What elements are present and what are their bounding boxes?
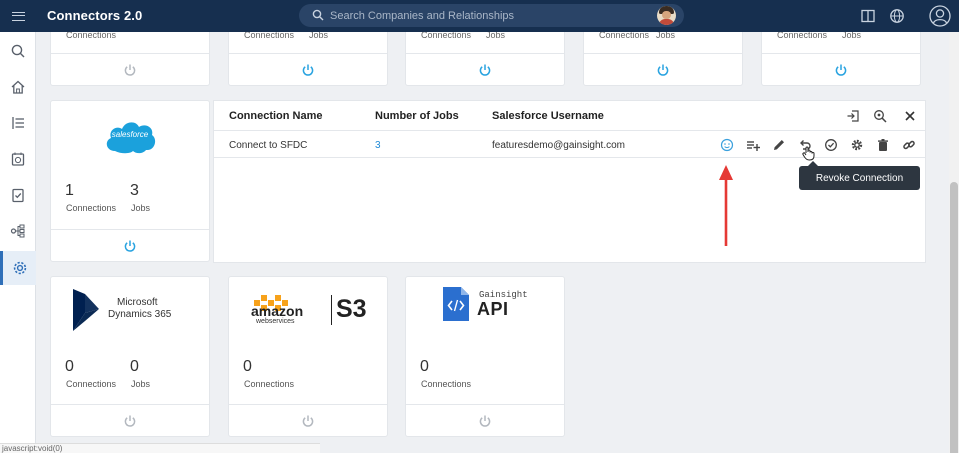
connection-name: Connect to SFDC bbox=[229, 140, 308, 151]
hierarchy-icon bbox=[10, 224, 25, 238]
jobs-label: Jobs bbox=[131, 203, 151, 213]
power-toggle[interactable] bbox=[229, 404, 387, 436]
power-icon bbox=[302, 64, 314, 76]
aws-logo-amazon: amazon bbox=[251, 303, 304, 319]
scrollbar-thumb[interactable] bbox=[950, 182, 958, 453]
nav-calendar[interactable] bbox=[0, 142, 36, 176]
salesforce-card[interactable]: salesforce 1 3 Connections Jobs bbox=[51, 101, 209, 261]
power-icon bbox=[835, 64, 847, 76]
timeline-icon bbox=[12, 117, 24, 129]
col-header-number-of-jobs[interactable]: Number of Jobs bbox=[375, 110, 459, 122]
s3-logo-text: S3 bbox=[336, 295, 367, 323]
search-input[interactable] bbox=[330, 4, 650, 27]
power-icon bbox=[657, 64, 669, 76]
aws-logo-webservices: webservices bbox=[256, 318, 295, 325]
user-profile-icon[interactable] bbox=[928, 4, 952, 28]
jobs-count: 3 bbox=[130, 182, 139, 199]
scrollbar[interactable] bbox=[949, 32, 959, 453]
status-smile-icon[interactable] bbox=[719, 137, 735, 153]
power-icon bbox=[124, 240, 136, 252]
power-toggle[interactable] bbox=[762, 53, 920, 85]
book-icon[interactable] bbox=[858, 6, 878, 26]
amazon-s3-card[interactable]: amazon webservices S3 0 Connections bbox=[229, 277, 387, 436]
api-file-icon bbox=[443, 287, 469, 326]
power-toggle[interactable] bbox=[229, 53, 387, 85]
power-toggle[interactable] bbox=[584, 53, 742, 85]
connections-count: 0 bbox=[65, 358, 74, 375]
jobs-count-link[interactable]: 3 bbox=[375, 140, 381, 151]
add-job-icon[interactable] bbox=[745, 137, 761, 153]
clipboard-icon bbox=[12, 188, 24, 203]
power-icon bbox=[124, 415, 136, 427]
settings-icon[interactable] bbox=[849, 137, 865, 153]
browser-status-bar: javascript:void(0) bbox=[0, 443, 320, 453]
power-icon bbox=[479, 415, 491, 427]
salesforce-username: featuresdemo@gainsight.com bbox=[492, 140, 625, 151]
top-bar-overlay: Connectors 2.0 bbox=[0, 0, 959, 32]
power-icon bbox=[479, 64, 491, 76]
power-icon bbox=[302, 415, 314, 427]
connections-label: Connections bbox=[66, 203, 117, 213]
col-header-salesforce-username[interactable]: Salesforce Username bbox=[492, 110, 604, 122]
add-connection-icon[interactable] bbox=[845, 108, 861, 124]
power-toggle[interactable] bbox=[51, 53, 209, 85]
search-icon bbox=[312, 9, 324, 21]
power-toggle[interactable] bbox=[51, 404, 209, 436]
nav-tasks[interactable] bbox=[0, 178, 36, 212]
salesforce-logo: salesforce bbox=[103, 117, 157, 160]
delete-icon[interactable] bbox=[875, 137, 891, 153]
left-nav bbox=[0, 32, 36, 453]
dynamics-card[interactable]: Microsoft Dynamics 365 0 0 Connections J… bbox=[51, 277, 209, 436]
nav-hierarchy[interactable] bbox=[0, 214, 36, 248]
gainsight-api-card[interactable]: Gainsight API 0 Connections bbox=[406, 277, 564, 436]
connections-label: Connections bbox=[66, 379, 117, 389]
jobs-label: Jobs bbox=[131, 379, 151, 389]
connections-label: Connections bbox=[421, 379, 472, 389]
globe-icon[interactable] bbox=[887, 6, 907, 26]
nav-search[interactable] bbox=[0, 34, 36, 68]
authorize-icon[interactable] bbox=[823, 137, 839, 153]
gear-icon bbox=[13, 261, 26, 275]
nav-home[interactable] bbox=[0, 70, 36, 104]
edit-icon[interactable] bbox=[771, 137, 787, 153]
power-toggle[interactable] bbox=[406, 53, 564, 85]
salesforce-logo-text: salesforce bbox=[111, 130, 149, 139]
search-settings-icon[interactable] bbox=[872, 108, 888, 124]
connections-count: 0 bbox=[243, 358, 252, 375]
search-box[interactable] bbox=[299, 4, 684, 27]
power-toggle[interactable] bbox=[406, 404, 564, 436]
home-icon bbox=[11, 80, 25, 94]
link-icon[interactable] bbox=[901, 137, 917, 153]
col-header-connection-name[interactable]: Connection Name bbox=[229, 110, 323, 122]
power-toggle[interactable] bbox=[51, 229, 209, 261]
nav-administration[interactable] bbox=[0, 251, 36, 285]
connections-label: Connections bbox=[244, 379, 295, 389]
connections-count: 1 bbox=[65, 182, 74, 199]
power-icon bbox=[124, 64, 136, 76]
close-icon[interactable] bbox=[902, 108, 918, 124]
connections-count: 0 bbox=[420, 358, 429, 375]
api-logo-line2: API bbox=[477, 299, 509, 319]
jobs-count: 0 bbox=[130, 358, 139, 375]
nav-timeline[interactable] bbox=[0, 106, 36, 140]
calendar-icon bbox=[11, 152, 25, 166]
revoke-connection-tooltip: Revoke Connection bbox=[799, 161, 920, 190]
search-icon bbox=[11, 44, 25, 58]
red-arrow-annotation bbox=[719, 165, 733, 246]
dynamics-logo bbox=[71, 289, 101, 336]
dynamics-logo-line2: Dynamics 365 bbox=[108, 309, 172, 320]
app-title: Connectors 2.0 bbox=[47, 8, 143, 23]
dynamics-logo-line1: Microsoft bbox=[117, 297, 158, 308]
avatar[interactable] bbox=[657, 6, 676, 25]
